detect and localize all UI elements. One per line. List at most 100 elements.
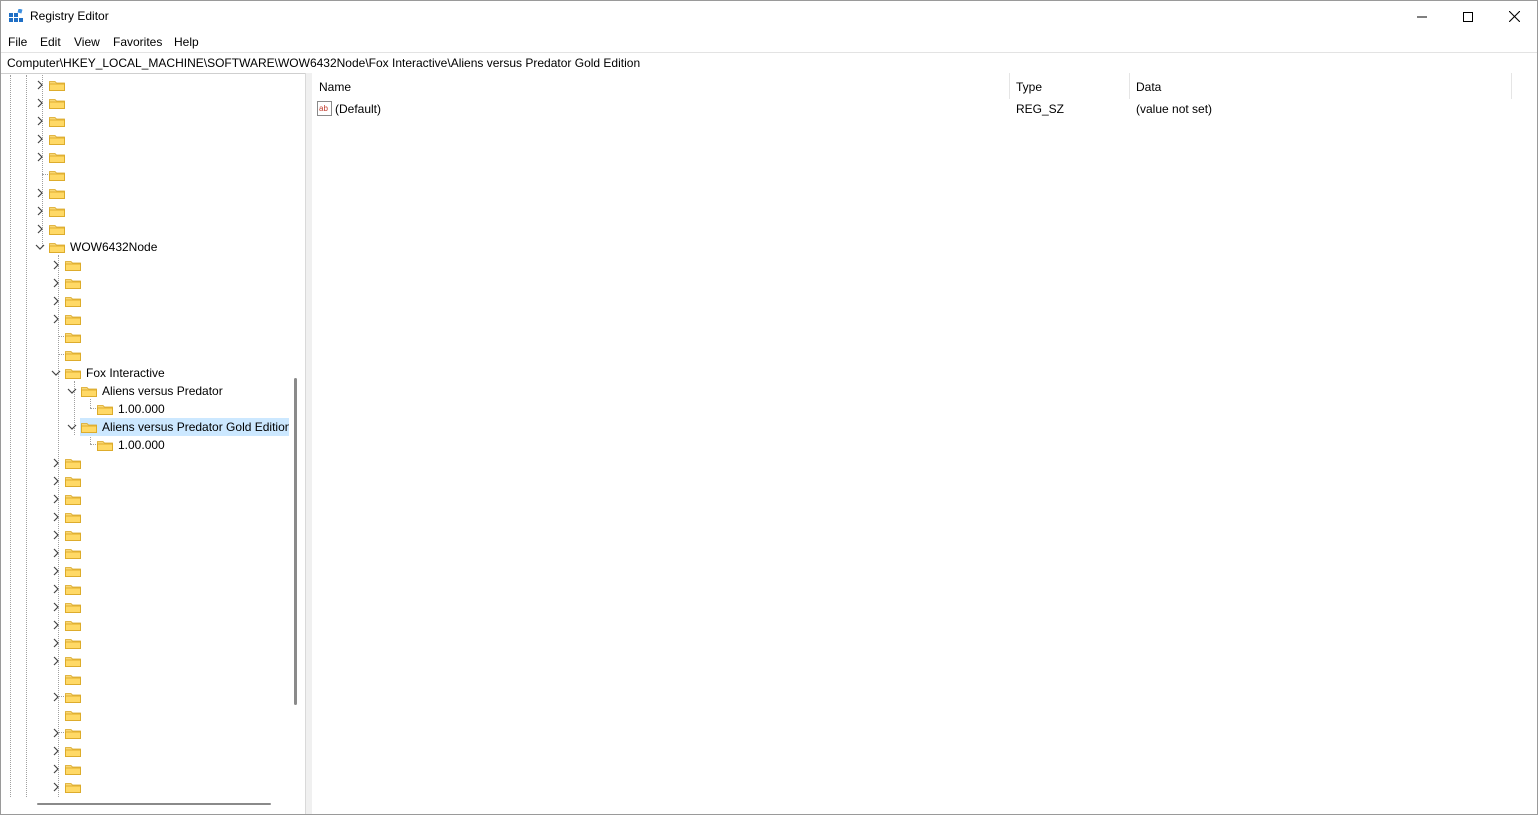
chevron-right-icon[interactable] <box>35 188 45 198</box>
tree-node[interactable] <box>5 472 289 490</box>
tree-node[interactable] <box>5 454 289 472</box>
menu-favorites[interactable]: Favorites <box>113 35 162 49</box>
key-tree-pane[interactable]: WOW6432Node Fox Interactive Aliens versus … <box>5 75 289 797</box>
folder-icon <box>65 711 81 721</box>
column-header-data[interactable]: Data <box>1130 73 1511 99</box>
tree-node[interactable] <box>5 94 289 112</box>
tree-node[interactable]: Aliens versus Predator <box>5 382 289 400</box>
chevron-right-icon[interactable] <box>51 728 61 738</box>
chevron-right-icon[interactable] <box>35 152 45 162</box>
chevron-right-icon[interactable] <box>51 260 61 270</box>
tree-node[interactable]: 1.00.000 <box>5 400 289 418</box>
chevron-down-icon[interactable] <box>67 422 77 432</box>
folder-icon <box>97 405 113 415</box>
folder-icon <box>65 783 81 793</box>
tree-node[interactable] <box>5 598 289 616</box>
tree-node[interactable] <box>5 310 289 328</box>
tree-node[interactable] <box>5 112 289 130</box>
folder-icon <box>49 225 65 235</box>
registry-editor-window: Registry Editor File Edit View Favorites… <box>0 0 1538 815</box>
tree-node[interactable] <box>5 670 289 688</box>
chevron-right-icon[interactable] <box>35 134 45 144</box>
minimize-button[interactable] <box>1399 1 1445 32</box>
tree-node[interactable] <box>5 526 289 544</box>
chevron-right-icon[interactable] <box>51 476 61 486</box>
title-bar: Registry Editor <box>1 1 1537 32</box>
chevron-right-icon[interactable] <box>51 638 61 648</box>
chevron-right-icon[interactable] <box>35 98 45 108</box>
chevron-right-icon[interactable] <box>51 296 61 306</box>
chevron-right-icon[interactable] <box>51 494 61 504</box>
tree-node[interactable] <box>5 778 289 796</box>
values-list-pane[interactable]: Name Type Data ab (Default) REG_SZ (valu… <box>312 73 1537 814</box>
chevron-right-icon[interactable] <box>51 314 61 324</box>
menu-help[interactable]: Help <box>174 35 199 49</box>
address-path[interactable]: Computer\HKEY_LOCAL_MACHINE\SOFTWARE\WOW… <box>7 56 640 70</box>
tree-node[interactable] <box>5 544 289 562</box>
tree-node[interactable] <box>5 652 289 670</box>
tree-node[interactable] <box>5 742 289 760</box>
tree-node[interactable]: 1.00.000 <box>5 436 289 454</box>
menu-file[interactable]: File <box>8 35 27 49</box>
tree-node[interactable] <box>5 688 289 706</box>
tree-vertical-scrollbar[interactable] <box>294 378 297 705</box>
chevron-right-icon[interactable] <box>51 566 61 576</box>
tree-node[interactable]: Fox Interactive <box>5 364 289 382</box>
tree-node[interactable] <box>5 184 289 202</box>
tree-node[interactable] <box>5 616 289 634</box>
address-bar[interactable]: Computer\HKEY_LOCAL_MACHINE\SOFTWARE\WOW… <box>1 52 1537 74</box>
tree-node[interactable] <box>5 724 289 742</box>
chevron-down-icon[interactable] <box>67 386 77 396</box>
tree-node[interactable] <box>5 328 289 346</box>
value-row[interactable]: ab (Default) REG_SZ (value not set) <box>312 101 1512 119</box>
chevron-down-icon[interactable] <box>51 368 61 378</box>
menu-view[interactable]: View <box>74 35 100 49</box>
chevron-right-icon[interactable] <box>35 80 45 90</box>
chevron-right-icon[interactable] <box>35 224 45 234</box>
tree-node[interactable] <box>5 274 289 292</box>
chevron-right-icon[interactable] <box>51 584 61 594</box>
chevron-right-icon[interactable] <box>51 602 61 612</box>
chevron-right-icon[interactable] <box>51 530 61 540</box>
column-separator[interactable] <box>1511 73 1512 99</box>
chevron-right-icon[interactable] <box>51 458 61 468</box>
folder-icon <box>65 477 81 487</box>
tree-node[interactable] <box>5 706 289 724</box>
chevron-right-icon[interactable] <box>35 206 45 216</box>
tree-node[interactable]: WOW6432Node <box>5 238 289 256</box>
tree-horizontal-scrollbar[interactable] <box>37 803 271 805</box>
tree-node[interactable] <box>5 130 289 148</box>
tree-node[interactable] <box>5 562 289 580</box>
tree-node[interactable] <box>5 256 289 274</box>
tree-node[interactable] <box>5 580 289 598</box>
column-header-name[interactable]: Name <box>312 73 1009 99</box>
close-button[interactable] <box>1491 1 1537 32</box>
tree-node[interactable] <box>5 760 289 778</box>
maximize-button[interactable] <box>1445 1 1491 32</box>
tree-node[interactable] <box>5 202 289 220</box>
tree-node[interactable] <box>5 346 289 364</box>
chevron-right-icon[interactable] <box>51 692 61 702</box>
chevron-right-icon[interactable] <box>51 278 61 288</box>
tree-node[interactable] <box>5 76 289 94</box>
chevron-right-icon[interactable] <box>51 782 61 792</box>
column-header-type[interactable]: Type <box>1010 73 1129 99</box>
chevron-right-icon[interactable] <box>51 656 61 666</box>
chevron-right-icon[interactable] <box>51 548 61 558</box>
tree-node[interactable]: Aliens versus Predator Gold Edition <box>5 418 289 436</box>
tree-node[interactable] <box>5 490 289 508</box>
tree-node[interactable] <box>5 166 289 184</box>
tree-node[interactable] <box>5 634 289 652</box>
tree-node[interactable] <box>5 220 289 238</box>
folder-icon <box>65 549 81 559</box>
tree-node[interactable] <box>5 148 289 166</box>
tree-node[interactable] <box>5 508 289 526</box>
chevron-right-icon[interactable] <box>51 620 61 630</box>
menu-edit[interactable]: Edit <box>40 35 61 49</box>
chevron-right-icon[interactable] <box>51 746 61 756</box>
chevron-right-icon[interactable] <box>51 512 61 522</box>
tree-node[interactable] <box>5 292 289 310</box>
chevron-right-icon[interactable] <box>51 764 61 774</box>
chevron-down-icon[interactable] <box>35 242 45 252</box>
chevron-right-icon[interactable] <box>35 116 45 126</box>
